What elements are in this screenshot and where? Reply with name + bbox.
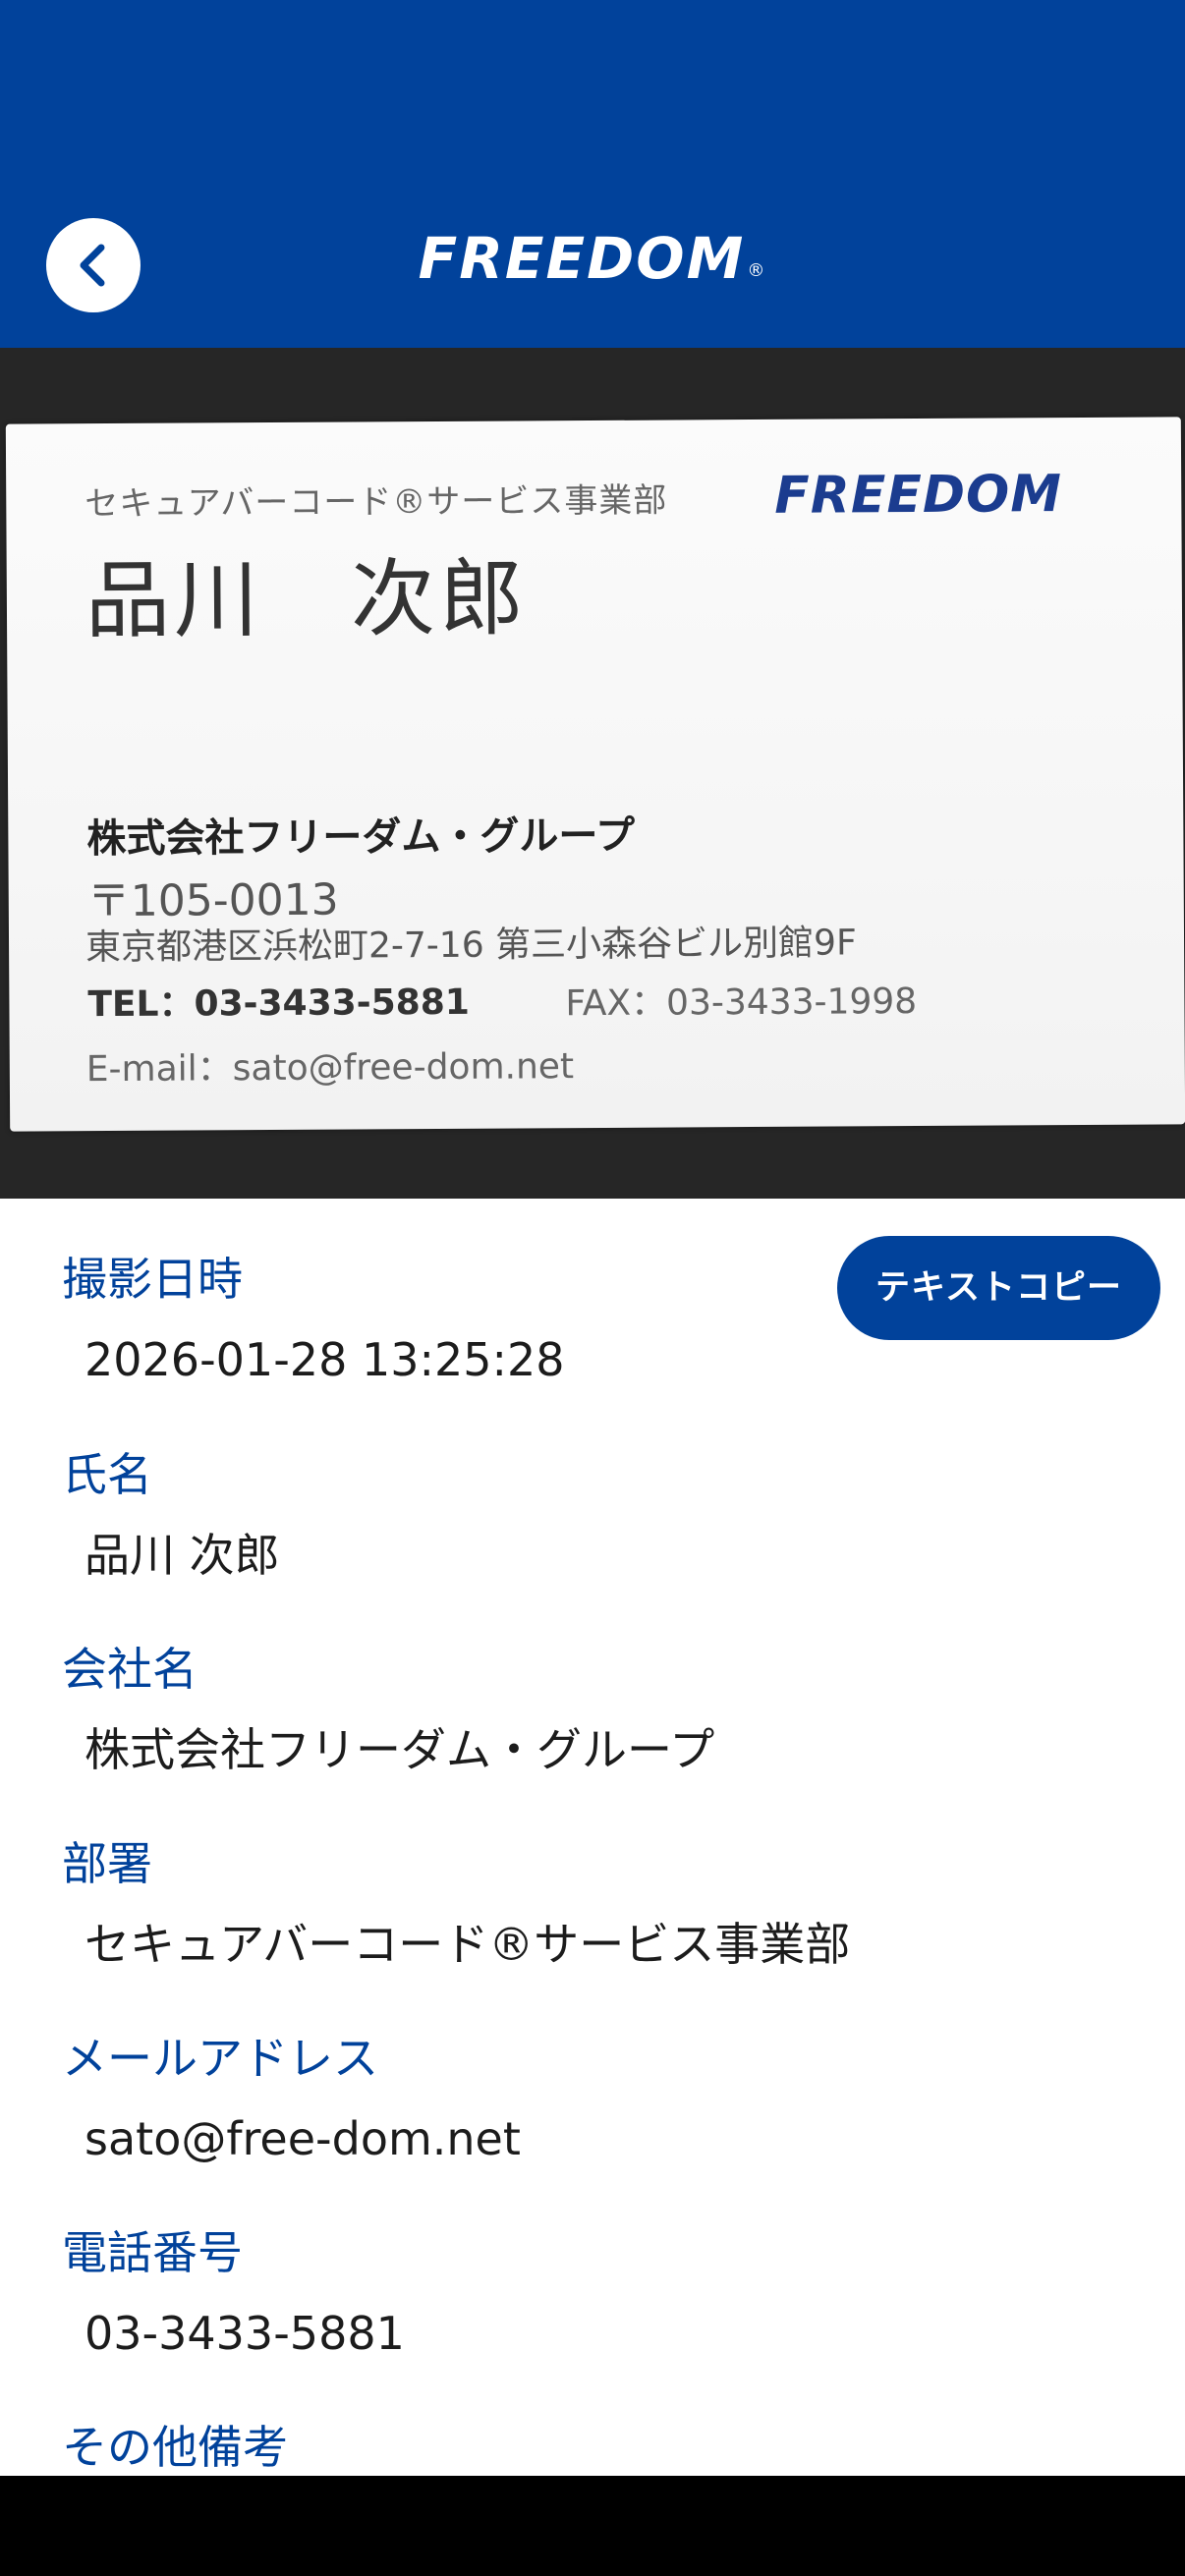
email-value: sato@free-dom.net <box>85 2112 521 2165</box>
brand-logo: FREEDOM ® <box>418 225 767 292</box>
system-bottom-bar <box>0 2476 1185 2576</box>
business-card-image: セキュアバーコード®サービス事業部 品川 次郎 FREEDOM 株式会社フリーダ… <box>5 417 1185 1132</box>
captured-label: 撮影日時 <box>62 1253 243 1306</box>
name-value: 品川 次郎 <box>85 1529 280 1582</box>
card-department: セキュアバーコード®サービス事業部 <box>85 480 668 525</box>
card-tel: TEL：03-3433-5881 <box>87 981 471 1026</box>
phone-label: 電話番号 <box>62 2226 243 2279</box>
captured-value: 2026-01-28 13:25:28 <box>85 1333 565 1386</box>
app-header: FREEDOM ® <box>0 0 1185 348</box>
email-label: メールアドレス <box>62 2032 378 2085</box>
card-address: 東京都港区浜松町2-7-16 第三小森谷ビル別館9F <box>85 923 857 969</box>
notes-label: その他備考 <box>62 2421 288 2474</box>
department-value: セキュアバーコード®サービス事業部 <box>85 1918 851 1971</box>
company-label: 会社名 <box>62 1643 198 1696</box>
phone-value: 03-3433-5881 <box>85 2307 405 2360</box>
card-name: 品川 次郎 <box>85 549 529 651</box>
card-email: E-mail：sato@free-dom.net <box>85 1046 575 1091</box>
name-label: 氏名 <box>62 1448 152 1501</box>
card-fax: FAX：03-3433-1998 <box>565 981 918 1025</box>
card-company: 株式会社フリーダム・グループ <box>86 812 636 863</box>
card-logo: FREEDOM <box>774 465 1063 526</box>
company-value: 株式会社フリーダム・グループ <box>85 1723 715 1776</box>
business-card-detail-screen: FREEDOM ® セキュアバーコード®サービス事業部 品川 次郎 FREEDOM… <box>0 0 1185 2576</box>
text-copy-button[interactable]: テキストコピー <box>837 1236 1160 1340</box>
department-label: 部署 <box>62 1837 152 1890</box>
card-photo-area: セキュアバーコード®サービス事業部 品川 次郎 FREEDOM 株式会社フリーダ… <box>0 348 1185 1199</box>
